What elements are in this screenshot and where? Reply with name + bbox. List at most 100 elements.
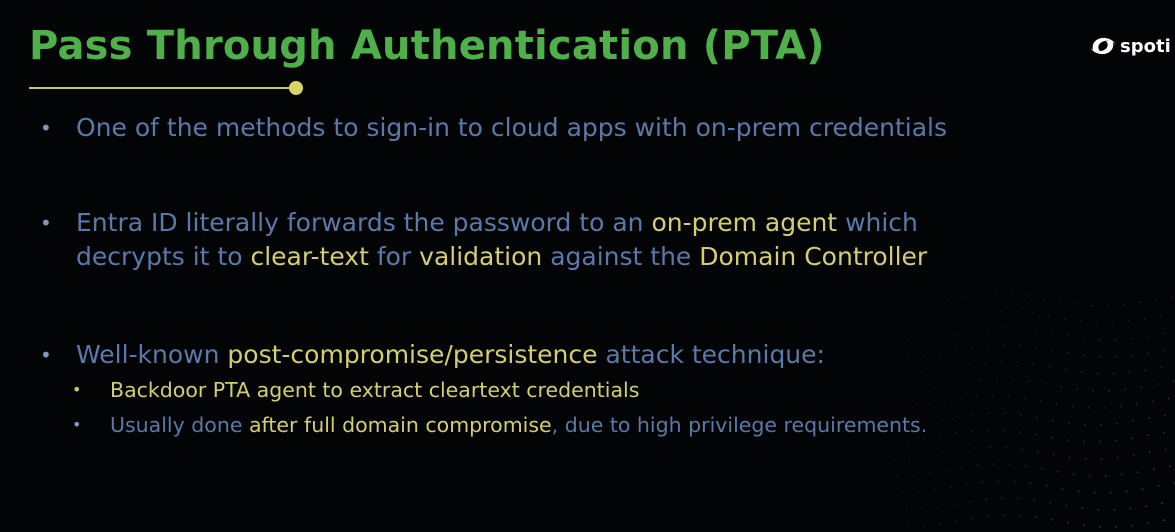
bullet-line: Entra ID literally forwards the password… bbox=[76, 206, 927, 240]
decorative-dot bbox=[1002, 327, 1005, 329]
decorative-dot bbox=[1147, 522, 1149, 524]
decorative-dot bbox=[1116, 456, 1119, 459]
decorative-dot bbox=[1007, 395, 1010, 398]
decorative-dot bbox=[1002, 344, 1005, 346]
decorative-dot bbox=[922, 338, 925, 341]
decorative-dot bbox=[1171, 295, 1173, 298]
decorative-dot bbox=[1047, 314, 1050, 317]
decorative-dot bbox=[1050, 348, 1053, 351]
highlight-domain-controller: Domain Controller bbox=[699, 242, 928, 271]
decorative-dot bbox=[1112, 373, 1115, 375]
bullet-text: Well-known post-compromise/persistence a… bbox=[76, 338, 825, 372]
decorative-dot bbox=[922, 355, 925, 358]
decorative-dot bbox=[1135, 403, 1138, 405]
decorative-dot bbox=[1001, 497, 1004, 499]
decorative-dot bbox=[1075, 303, 1077, 306]
brand-name: spoti bbox=[1120, 35, 1171, 57]
decorative-dot bbox=[1084, 423, 1086, 426]
decorative-dot bbox=[1028, 380, 1030, 382]
decorative-dot bbox=[1114, 356, 1117, 358]
bullet-text-segment: Well-known bbox=[76, 340, 228, 369]
decorative-dot bbox=[1004, 446, 1007, 449]
decorative-dot bbox=[1034, 329, 1037, 331]
decorative-dot bbox=[911, 406, 914, 409]
decorative-dot bbox=[1068, 422, 1070, 425]
decorative-dot bbox=[1108, 390, 1110, 392]
decorative-dot bbox=[916, 389, 918, 392]
decorative-dot bbox=[1155, 298, 1157, 300]
decorative-dot bbox=[891, 441, 893, 443]
decorative-dot bbox=[996, 378, 998, 380]
decorative-dot bbox=[1050, 331, 1053, 334]
sub-bullet-text-segment: Backdoor PTA agent to extract cleartext … bbox=[110, 378, 640, 402]
decorative-dot bbox=[1065, 504, 1068, 507]
decorative-dot bbox=[987, 429, 989, 431]
decorative-dot bbox=[1044, 382, 1046, 385]
decorative-dot bbox=[951, 316, 954, 319]
decorative-dot bbox=[956, 449, 959, 452]
decorative-dot bbox=[907, 526, 909, 528]
decorative-dot bbox=[948, 384, 950, 387]
decorative-dot bbox=[1100, 458, 1103, 460]
sub-bullet-text: Backdoor PTA agent to extract cleartext … bbox=[110, 376, 639, 404]
decorative-dot bbox=[906, 339, 909, 341]
decorative-dot bbox=[1031, 312, 1034, 314]
decorative-dot bbox=[1123, 303, 1125, 306]
decorative-dot bbox=[970, 330, 973, 333]
decorative-dot bbox=[997, 480, 1000, 482]
spotit-swirl-logo-icon bbox=[1091, 37, 1115, 55]
decorative-dot bbox=[1172, 380, 1174, 383]
decorative-dot bbox=[949, 486, 952, 489]
decorative-dot bbox=[1140, 386, 1142, 388]
decorative-dot bbox=[906, 356, 909, 358]
title-underline bbox=[29, 87, 291, 89]
decorative-dot bbox=[1017, 497, 1020, 500]
decorative-dot bbox=[1067, 439, 1069, 442]
decorative-dot bbox=[1052, 453, 1055, 456]
decorative-dot bbox=[1059, 300, 1061, 303]
decorative-dot bbox=[1128, 371, 1131, 374]
decorative-dot bbox=[1082, 337, 1085, 340]
decorative-dot bbox=[940, 452, 943, 455]
decorative-dot bbox=[1119, 405, 1122, 408]
decorative-dot bbox=[988, 446, 991, 448]
decorative-dot bbox=[1048, 365, 1051, 368]
decorative-dot bbox=[1045, 484, 1048, 487]
sub-bullet-text-segment: , due to high privilege requirements. bbox=[551, 413, 928, 437]
decorative-dot bbox=[972, 447, 975, 450]
decorative-dot bbox=[937, 506, 940, 509]
decorative-dot bbox=[924, 455, 927, 458]
decorative-dot bbox=[965, 483, 968, 486]
decorative-dot bbox=[955, 432, 957, 435]
decorative-dot bbox=[1163, 519, 1165, 521]
decorative-dot bbox=[1096, 372, 1099, 375]
decorative-dot bbox=[1116, 422, 1118, 425]
decorative-dot bbox=[959, 398, 962, 401]
decorative-dot bbox=[932, 387, 934, 390]
slide: Pass Through Authentication (PTA) spoti … bbox=[0, 0, 1175, 532]
decorative-dot bbox=[980, 379, 982, 382]
decorative-dot bbox=[939, 523, 941, 526]
decorative-dot bbox=[1131, 437, 1133, 439]
decorative-dot bbox=[905, 509, 908, 511]
decorative-dot bbox=[1066, 334, 1069, 337]
highlight-on-prem-agent: on-prem agent bbox=[651, 208, 838, 237]
decorative-dot bbox=[1067, 521, 1069, 524]
decorative-dot bbox=[952, 367, 955, 370]
decorative-dot bbox=[1127, 320, 1130, 323]
decorative-dot bbox=[907, 440, 909, 443]
decorative-dot bbox=[1146, 352, 1149, 354]
decorative-dot bbox=[1125, 490, 1128, 493]
decorative-dot bbox=[921, 508, 924, 511]
decorative-dot bbox=[1082, 354, 1085, 357]
decorative-dot bbox=[1111, 322, 1114, 324]
decorative-dot bbox=[1071, 405, 1074, 408]
decorative-dot bbox=[1012, 378, 1014, 381]
decorative-dot bbox=[1033, 499, 1036, 501]
sub-bullet-mark: • bbox=[72, 380, 82, 399]
decorative-dot bbox=[970, 347, 973, 350]
decorative-dot bbox=[1124, 388, 1126, 391]
decorative-dot bbox=[984, 362, 987, 365]
highlight-post-compromise: post-compromise/persistence bbox=[227, 340, 598, 369]
decorative-dot bbox=[938, 336, 941, 339]
